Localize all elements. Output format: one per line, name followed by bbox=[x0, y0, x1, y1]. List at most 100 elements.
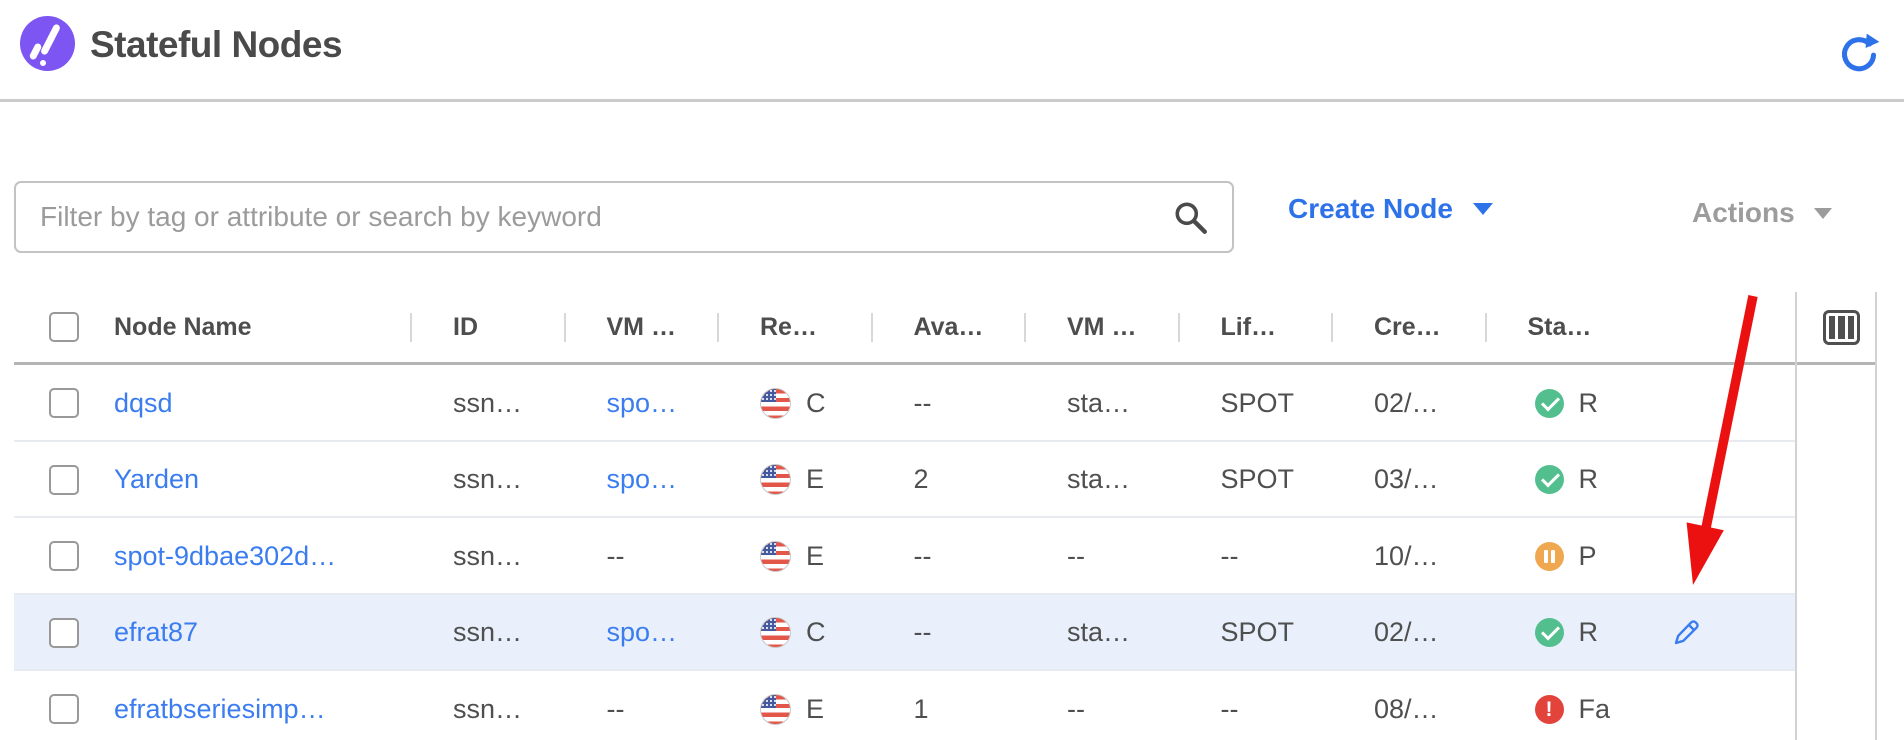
region-letter: C bbox=[806, 388, 826, 419]
node-name-link[interactable]: efrat87 bbox=[114, 617, 198, 647]
create-node-button[interactable]: Create Node bbox=[1288, 193, 1493, 225]
lifecycle-text: SPOT bbox=[1221, 388, 1295, 418]
column-header-label: ID bbox=[453, 313, 478, 341]
table-header-select-all-cell bbox=[14, 312, 100, 342]
status-cell: R bbox=[1485, 617, 1639, 648]
status-paused-icon bbox=[1535, 542, 1564, 571]
lifecycle: SPOT bbox=[1178, 388, 1332, 419]
availability-zone-text: -- bbox=[914, 388, 932, 418]
column-header-sta[interactable]: Sta… bbox=[1485, 313, 1639, 342]
table-row: dqsd ssn… spo… C -- sta… SPOT 02/… R bbox=[14, 365, 1877, 442]
vm-image-cell: -- bbox=[564, 694, 718, 725]
availability-zone: -- bbox=[871, 617, 1025, 648]
filter-input[interactable] bbox=[14, 181, 1234, 253]
column-header-nodename[interactable]: Node Name bbox=[100, 313, 410, 342]
lifecycle-text: SPOT bbox=[1221, 464, 1295, 494]
column-header-vm[interactable]: VM … bbox=[1024, 313, 1178, 342]
vm-image-text: -- bbox=[607, 541, 625, 571]
table-row: efratbseriesimp…ssn…--E1----08/…Fa bbox=[14, 671, 1877, 740]
table-header-row: Node Name ID VM … Re… Ava… VM … Lif… Cre… Sta… bbox=[14, 292, 1877, 365]
column-header-re[interactable]: Re… bbox=[717, 313, 871, 342]
region-letter: E bbox=[806, 541, 824, 572]
status-cell: R bbox=[1485, 388, 1639, 419]
vm-image-link[interactable]: spo… bbox=[607, 388, 678, 418]
region-cell: C bbox=[717, 617, 871, 648]
availability-zone: -- bbox=[871, 388, 1025, 419]
vm-name-text: sta… bbox=[1067, 388, 1130, 418]
column-header-vm[interactable]: VM … bbox=[564, 313, 718, 342]
node-name-link[interactable]: efratbseriesimp… bbox=[114, 694, 326, 724]
row-checkbox[interactable] bbox=[49, 541, 79, 571]
select-all-checkbox[interactable] bbox=[49, 312, 79, 342]
node-name-link[interactable]: Yarden bbox=[114, 464, 199, 494]
us-flag-icon bbox=[760, 541, 791, 572]
vm-image-cell: spo… bbox=[564, 617, 718, 648]
created-date-text: 08/… bbox=[1374, 694, 1439, 724]
vm-name: sta… bbox=[1024, 464, 1178, 495]
column-header-label: Re… bbox=[760, 313, 817, 341]
column-header-ava[interactable]: Ava… bbox=[871, 313, 1025, 342]
stateful-nodes-table: Node Name ID VM … Re… Ava… VM … Lif… Cre… Sta… d… bbox=[14, 292, 1877, 740]
status-label: R bbox=[1579, 617, 1599, 648]
node-name-cell: Yarden bbox=[100, 464, 410, 495]
vm-image-link[interactable]: spo… bbox=[607, 617, 678, 647]
status-cell: R bbox=[1485, 464, 1639, 495]
row-checkbox[interactable] bbox=[49, 618, 79, 648]
node-name-cell: efrat87 bbox=[100, 617, 410, 648]
top-bar: Stateful Nodes bbox=[0, 0, 1904, 102]
node-name-link[interactable]: spot-9dbae302d… bbox=[114, 541, 336, 571]
row-checkbox[interactable] bbox=[49, 388, 79, 418]
region-cell: E bbox=[717, 464, 871, 495]
availability-zone: -- bbox=[871, 541, 1025, 572]
created-date-text: 10/… bbox=[1374, 541, 1439, 571]
refresh-button[interactable] bbox=[1836, 32, 1882, 76]
node-id-text: ssn… bbox=[453, 617, 522, 647]
vm-name: -- bbox=[1024, 694, 1178, 725]
row-checkbox-cell bbox=[14, 541, 100, 571]
create-node-label: Create Node bbox=[1288, 193, 1453, 225]
lifecycle: -- bbox=[1178, 541, 1332, 572]
spot-logo-icon bbox=[20, 16, 75, 71]
column-header-id[interactable]: ID bbox=[410, 313, 564, 342]
chevron-down-icon bbox=[1473, 203, 1493, 215]
column-header-label: Ava… bbox=[914, 313, 984, 341]
column-header-cre[interactable]: Cre… bbox=[1331, 313, 1485, 342]
us-flag-icon bbox=[760, 617, 791, 648]
row-checkbox[interactable] bbox=[49, 465, 79, 495]
vm-image-link[interactable]: spo… bbox=[607, 464, 678, 494]
column-header-label: Sta… bbox=[1528, 313, 1592, 341]
column-picker-button[interactable] bbox=[1823, 310, 1860, 345]
created-date-text: 03/… bbox=[1374, 464, 1439, 494]
node-id-text: ssn… bbox=[453, 694, 522, 724]
region-cell: C bbox=[717, 388, 871, 419]
region-letter: C bbox=[806, 617, 826, 648]
actions-button[interactable]: Actions bbox=[1692, 197, 1832, 229]
availability-zone: 2 bbox=[871, 464, 1025, 495]
page-title: Stateful Nodes bbox=[90, 24, 342, 66]
node-id-text: ssn… bbox=[453, 541, 522, 571]
table-body: dqsd ssn… spo… C -- sta… SPOT 02/… R Yarden ssn… sp… bbox=[14, 365, 1877, 740]
created-date: 10/… bbox=[1331, 541, 1485, 572]
lifecycle: SPOT bbox=[1178, 464, 1332, 495]
chevron-down-icon bbox=[1814, 208, 1832, 219]
node-id-text: ssn… bbox=[453, 388, 522, 418]
node-name-cell: spot-9dbae302d… bbox=[100, 541, 410, 572]
column-header-lif[interactable]: Lif… bbox=[1178, 313, 1332, 342]
column-picker-cell bbox=[1795, 310, 1877, 345]
region-cell: E bbox=[717, 541, 871, 572]
created-date-text: 02/… bbox=[1374, 388, 1439, 418]
status-label: R bbox=[1579, 464, 1599, 495]
lifecycle-text: -- bbox=[1221, 694, 1239, 724]
created-date: 03/… bbox=[1331, 464, 1485, 495]
edit-node-cell bbox=[1638, 617, 1795, 649]
node-name-link[interactable]: dqsd bbox=[114, 388, 173, 418]
created-date-text: 02/… bbox=[1374, 617, 1439, 647]
created-date: 02/… bbox=[1331, 617, 1485, 648]
vm-image-cell: spo… bbox=[564, 388, 718, 419]
pencil-icon[interactable] bbox=[1670, 617, 1702, 649]
row-checkbox[interactable] bbox=[49, 694, 79, 724]
node-id: ssn… bbox=[410, 464, 564, 495]
column-header-label: Lif… bbox=[1221, 313, 1277, 341]
node-name-cell: dqsd bbox=[100, 388, 410, 419]
region-cell: E bbox=[717, 694, 871, 725]
